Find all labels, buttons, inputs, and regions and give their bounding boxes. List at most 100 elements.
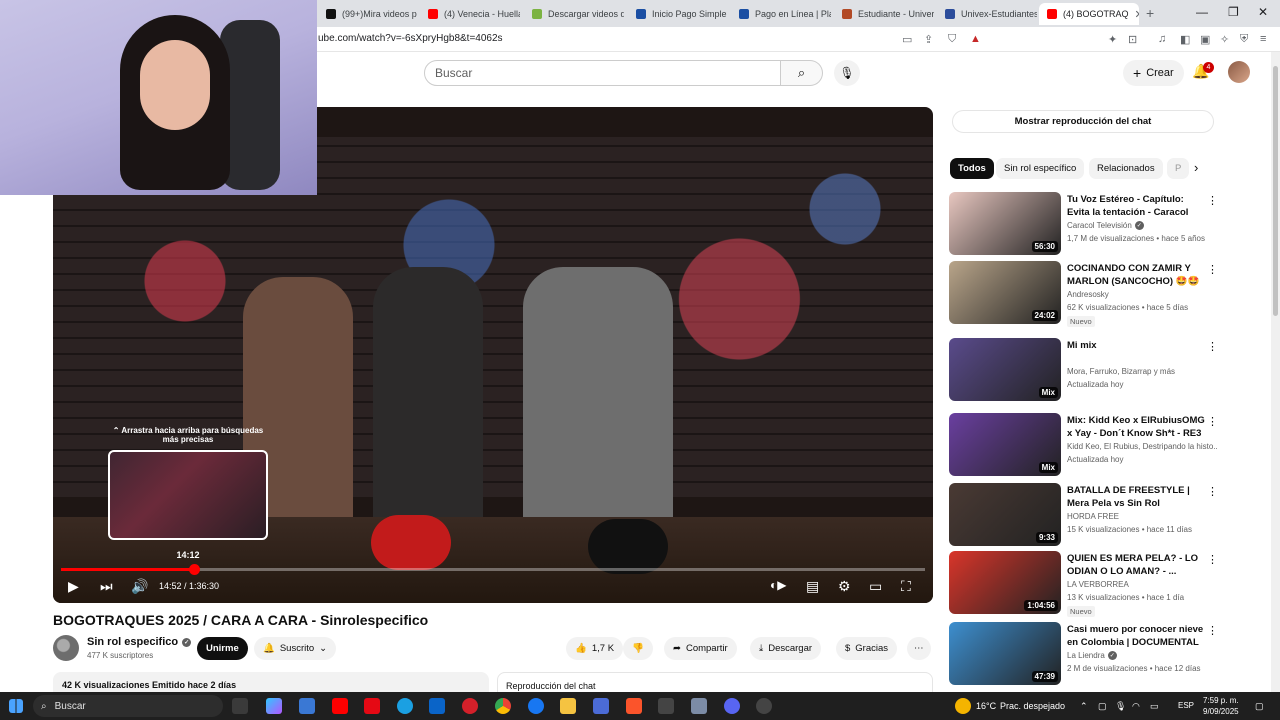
language-indicator[interactable]: ESP [1178, 701, 1194, 710]
chip-todos[interactable]: Todos [950, 158, 994, 179]
create-button[interactable]: + Crear [1123, 60, 1184, 86]
recommendation-channel[interactable]: HORDA FREE [1067, 512, 1217, 521]
netflix-icon[interactable] [364, 698, 380, 714]
scrollbar-thumb[interactable] [1273, 66, 1278, 316]
browser-tab[interactable]: Pago en Línea | Plan [731, 3, 831, 25]
recommendation-channel[interactable]: Mora, Farruko, Bizarrap y más [1067, 367, 1217, 376]
screenshot-icon[interactable]: ⊡ [1128, 33, 1137, 46]
recommendation-title[interactable]: COCINANDO CON ZAMIR Y MARLON (SANCOCHO) … [1067, 262, 1207, 288]
capcut-icon[interactable] [658, 698, 674, 714]
recommendation-title[interactable]: Tu Voz Estéreo - Capítulo: Evita la tent… [1067, 193, 1207, 220]
app-icon[interactable] [691, 698, 707, 714]
browser-tab[interactable]: Univex-Estudiantes [937, 3, 1037, 25]
wifi-icon[interactable]: ◠ [1132, 701, 1140, 712]
maximize-icon[interactable]: ❐ [1228, 5, 1239, 19]
download-button[interactable]: ⤓ Descargar [750, 637, 822, 660]
recommendation-channel[interactable]: Caracol Televisión ✓ [1067, 221, 1217, 230]
settings-gear-icon[interactable]: ⚙ [838, 578, 851, 595]
recommendation-channel[interactable]: La Liendra ✓ [1067, 651, 1217, 660]
microphone-icon[interactable]: 🎙 [1115, 701, 1126, 712]
outlook-icon[interactable] [429, 698, 445, 714]
more-actions-button[interactable]: ⋯ [907, 637, 931, 660]
video-thumbnail[interactable]: 9:33 [949, 483, 1061, 546]
brave-icon[interactable] [626, 698, 642, 714]
video-thumbnail[interactable]: 56:30 [949, 192, 1061, 255]
more-vertical-icon[interactable]: ⋮ [1207, 624, 1218, 637]
ai-icon[interactable]: ✧ [1220, 33, 1229, 46]
recommendation-item[interactable]: 9:33 BATALLA DE FREESTYLE | Mera Pela vs … [949, 483, 1219, 547]
rewards-icon[interactable]: ▲ [970, 33, 981, 45]
tray-app-icon[interactable]: ▢ [1098, 701, 1107, 712]
recommendation-title[interactable]: Mix: Kidd Keo x ElRubiusOMG x Yay - Don´… [1067, 414, 1207, 441]
channel-name[interactable]: Sin rol especifico ✓ [87, 636, 192, 648]
video-thumbnail[interactable]: Mix [949, 413, 1061, 476]
taskbar-search[interactable]: ⌕ Buscar [33, 695, 223, 717]
recommendation-item[interactable]: 56:30 Tu Voz Estéreo - Capítulo: Evita la… [949, 192, 1219, 256]
tray-chevron-icon[interactable]: ⌃ [1080, 701, 1088, 712]
shield-icon[interactable]: ⛉ [948, 33, 956, 46]
wallet-icon[interactable]: ▣ [1200, 33, 1210, 46]
browser-tab[interactable]: Estudiante - Univer [834, 3, 934, 25]
next-icon[interactable]: ⏭ [100, 578, 113, 595]
recommendation-title[interactable]: BATALLA DE FREESTYLE | Mera Pela vs Sin … [1067, 484, 1207, 511]
page-scrollbar[interactable] [1271, 52, 1280, 692]
join-button[interactable]: Unirme [197, 637, 248, 660]
scrubber-handle[interactable] [189, 564, 201, 575]
fullscreen-icon[interactable]: ⛶ [901, 578, 911, 595]
close-tab-icon[interactable]: ✕ [1135, 8, 1139, 21]
menu-icon[interactable]: ≡ [1260, 33, 1266, 45]
browser-tab[interactable]: Descargar videos de [524, 3, 624, 25]
sidebar-toggle-icon[interactable]: ◧ [1180, 33, 1190, 46]
video-thumbnail[interactable]: 47:39 [949, 622, 1061, 685]
channel-avatar[interactable] [53, 635, 79, 661]
share-button[interactable]: ➦ Compartir [664, 637, 737, 660]
subtitles-icon[interactable]: ▤ [806, 578, 819, 595]
windows-start-icon[interactable] [9, 699, 23, 713]
browser-tab[interactable]: (99+)Mira videos p [318, 3, 418, 25]
play-icon[interactable]: ▶ [68, 578, 79, 595]
video-thumbnail[interactable]: Mix [949, 338, 1061, 401]
video-thumbnail[interactable]: 24:02 [949, 261, 1061, 324]
opera-icon[interactable] [462, 698, 478, 714]
copilot-icon[interactable] [266, 698, 282, 714]
youtube-icon[interactable] [332, 698, 348, 714]
recommendation-title[interactable]: Casi muero por conocer nieve en Colombia… [1067, 623, 1207, 649]
battery-icon[interactable]: ▭ [1150, 701, 1159, 712]
more-vertical-icon[interactable]: ⋮ [1207, 263, 1218, 276]
more-vertical-icon[interactable]: ⋮ [1207, 194, 1218, 207]
recommendation-title[interactable]: Mi mix [1067, 339, 1207, 352]
more-vertical-icon[interactable]: ⋮ [1207, 340, 1218, 353]
notifications-icon[interactable]: ▢ [1255, 701, 1264, 712]
media-icon[interactable]: ♫ [1158, 33, 1166, 45]
recommendation-title[interactable]: QUIEN ES MERA PELA? - LO ODIAN O LO AMAN… [1067, 552, 1207, 578]
extensions-icon[interactable]: ✦ [1108, 33, 1117, 46]
like-button[interactable]: 👍 1,7 K [566, 637, 624, 660]
recommendation-item[interactable]: 24:02 COCINANDO CON ZAMIR Y MARLON (SANCO… [949, 261, 1219, 327]
subscribed-button[interactable]: 🔔 Suscrito ⌄ [254, 637, 337, 660]
new-tab-icon[interactable]: + [1146, 5, 1154, 21]
discord-icon[interactable] [724, 698, 740, 714]
task-view-icon[interactable] [232, 698, 248, 714]
recommendation-item[interactable]: Mix Mix: Kidd Keo x ElRubiusOMG x Yay - D… [949, 413, 1219, 477]
recommendation-channel[interactable]: LA VERBORREA [1067, 580, 1217, 589]
close-window-icon[interactable]: ✕ [1258, 5, 1268, 19]
edge-icon[interactable] [397, 698, 413, 714]
chip-channel[interactable]: Sin rol específico [996, 158, 1085, 179]
browser-tab[interactable]: Inicio Pago Simple | [628, 3, 728, 25]
chip-related[interactable]: Relacionados [1089, 158, 1163, 179]
browser-tab-active[interactable]: (4) BOGOTRAQ✕ [1039, 3, 1139, 25]
recommendation-item[interactable]: 1:04:56 QUIEN ES MERA PELA? - LO ODIAN O … [949, 551, 1219, 617]
recommendation-item[interactable]: 47:39 Casi muero por conocer nieve en Col… [949, 622, 1219, 686]
show-chat-replay-button[interactable]: Mostrar reproducción del chat [952, 110, 1214, 133]
volume-icon[interactable]: 🔊 [131, 578, 148, 595]
search-button[interactable]: ⌕ [781, 60, 823, 86]
browser-tab[interactable]: (4) Venecia - Huella [420, 3, 520, 25]
chip-more[interactable]: P [1167, 158, 1190, 179]
more-vertical-icon[interactable]: ⋮ [1207, 485, 1218, 498]
app-icon[interactable] [593, 698, 609, 714]
vpn-icon[interactable]: ⛨ [1240, 33, 1248, 46]
autoplay-toggle-icon[interactable]: ◐▶ [770, 578, 786, 592]
video-thumbnail[interactable]: 1:04:56 [949, 551, 1061, 614]
system-clock[interactable]: 7:59 p. m. 9/09/2025 [1203, 695, 1239, 717]
recommendation-channel[interactable]: Kidd Keo, El Rubius, Destripando la hist… [1067, 442, 1217, 451]
